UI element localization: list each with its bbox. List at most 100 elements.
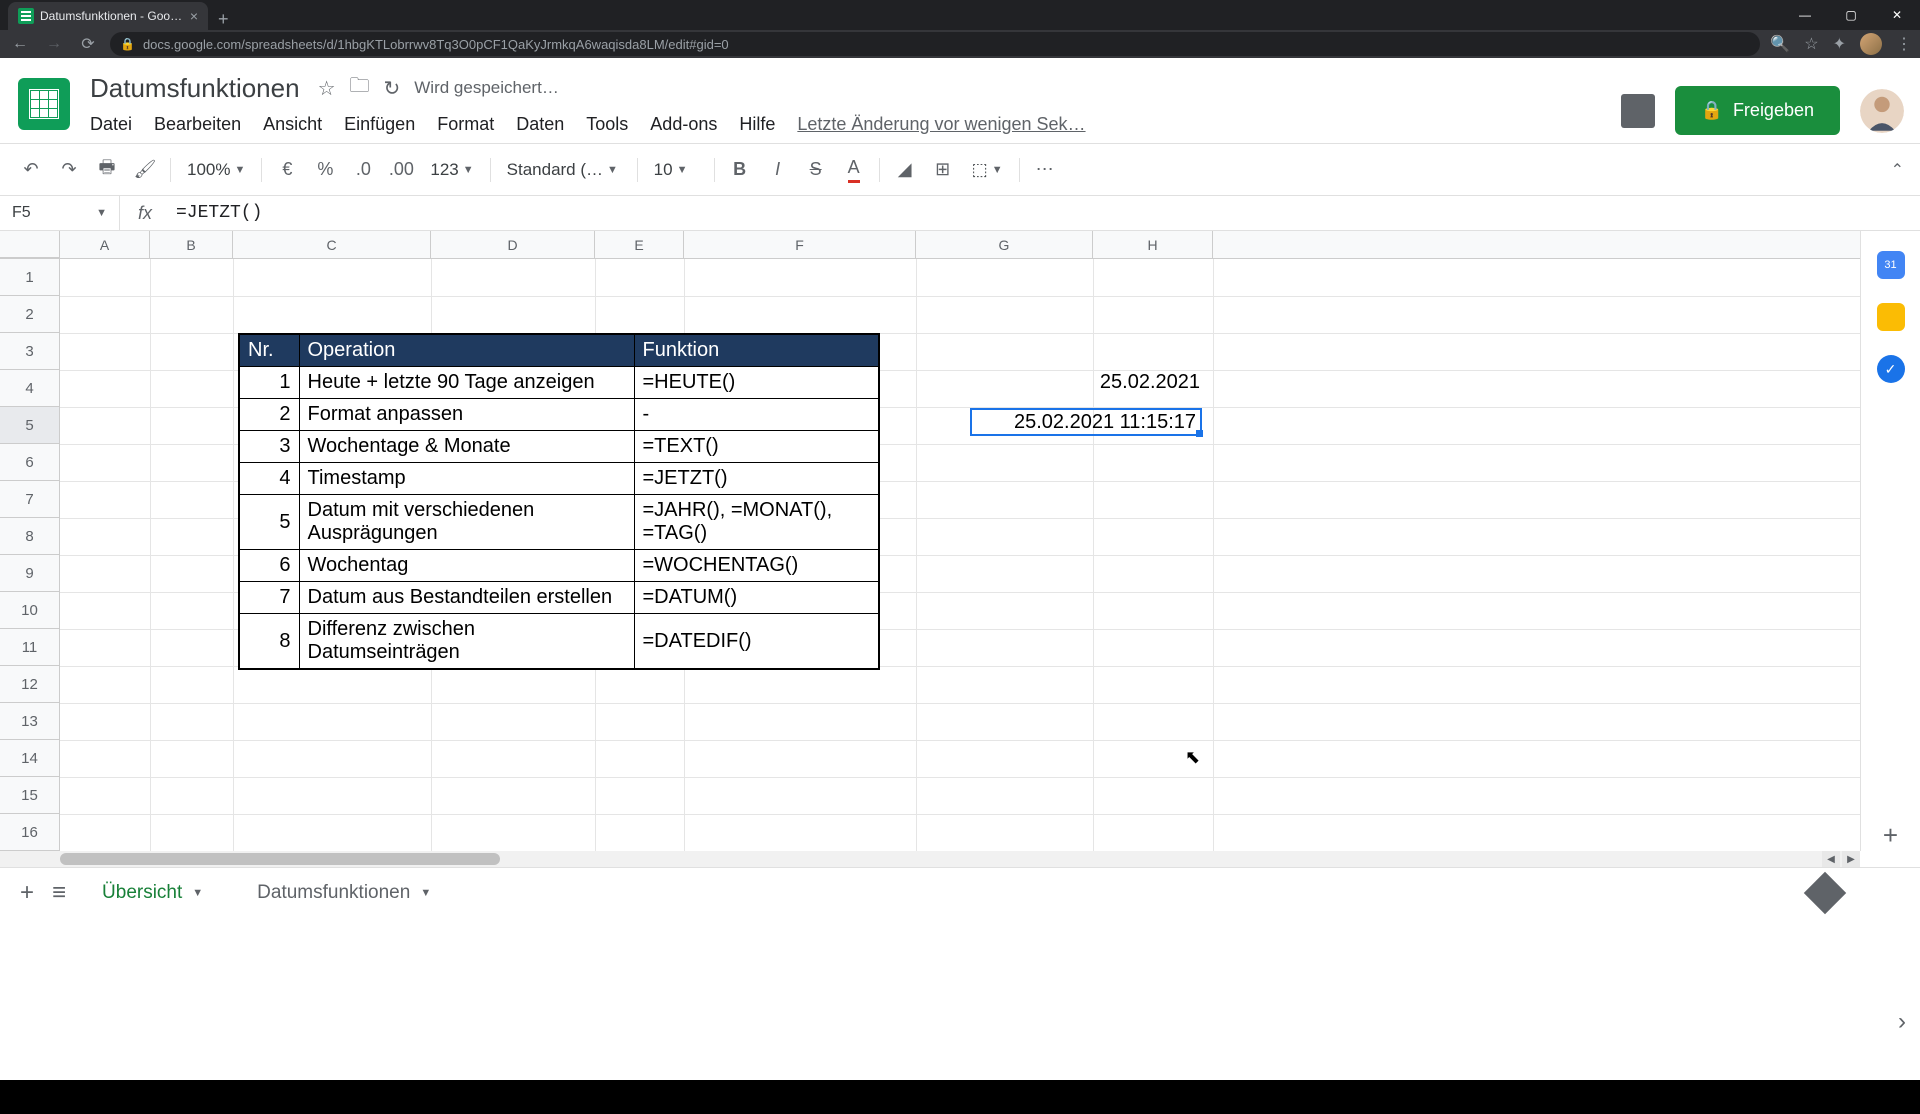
menu-daten[interactable]: Daten [516,114,564,135]
formula-input[interactable]: =JETZT() [170,203,1920,223]
paint-format-icon[interactable]: 🖌 [128,153,162,187]
row-header[interactable]: 14 [0,740,59,777]
kebab-icon[interactable]: ⋮ [1896,34,1912,54]
number-format-dropdown[interactable]: 123▼ [422,160,481,180]
menu-einfuegen[interactable]: Einfügen [344,114,415,135]
all-sheets-button[interactable]: ≡ [52,879,66,907]
move-icon[interactable]: 🗀 [350,71,370,105]
menu-tools[interactable]: Tools [586,114,628,135]
borders-icon[interactable]: ⊞ [926,153,960,187]
table-cell[interactable]: 3 [239,431,299,463]
row-header[interactable]: 12 [0,666,59,703]
collapse-toolbar-icon[interactable]: ⌃ [1891,160,1904,180]
column-header[interactable]: B [150,231,233,258]
table-cell[interactable]: 1 [239,367,299,399]
table-cell[interactable]: =HEUTE() [634,367,879,399]
account-avatar[interactable] [1860,89,1904,133]
add-sheet-button[interactable]: + [20,879,34,907]
table-cell[interactable]: =DATEDIF() [634,614,879,670]
scrollbar-thumb[interactable] [60,853,500,865]
row-header[interactable]: 7 [0,481,59,518]
close-window-icon[interactable]: ✕ [1874,0,1920,30]
table-cell[interactable]: 8 [239,614,299,670]
menu-datei[interactable]: Datei [90,114,132,135]
star-icon[interactable]: ☆ [318,76,336,101]
font-dropdown[interactable]: Standard (…▼ [499,160,629,180]
add-addon-icon[interactable]: + [1883,820,1898,851]
table-cell[interactable]: 2 [239,399,299,431]
table-cell[interactable]: - [634,399,879,431]
chevron-down-icon[interactable]: ▼ [192,887,203,899]
table-row[interactable]: 5Datum mit verschiedenen Ausprägungen=JA… [239,495,879,550]
keep-icon[interactable] [1877,303,1905,331]
menu-hilfe[interactable]: Hilfe [739,114,775,135]
column-header[interactable]: F [684,231,916,258]
menu-addons[interactable]: Add-ons [650,114,717,135]
table-cell[interactable]: Wochentag [299,550,634,582]
back-icon[interactable]: ← [8,35,32,53]
table-cell[interactable]: 7 [239,582,299,614]
table-cell[interactable]: =DATUM() [634,582,879,614]
row-header[interactable]: 3 [0,333,59,370]
table-cell[interactable]: 4 [239,463,299,495]
percent-icon[interactable]: % [308,153,342,187]
row-header[interactable]: 1 [0,259,59,296]
print-icon[interactable]: 🖶 [90,153,124,187]
maximize-icon[interactable]: ▢ [1828,0,1874,30]
tasks-icon[interactable] [1877,355,1905,383]
minimize-icon[interactable]: — [1782,0,1828,30]
row-header[interactable]: 13 [0,703,59,740]
scroll-right-icon[interactable]: ▶ [1842,851,1860,867]
new-tab-button[interactable]: + [208,9,239,30]
font-size-dropdown[interactable]: 10▼ [646,160,706,180]
extensions-icon[interactable]: ✦ [1833,34,1846,54]
last-edit-link[interactable]: Letzte Änderung vor wenigen Sek… [797,114,1085,135]
increase-decimal-icon[interactable]: .00 [384,153,418,187]
menu-format[interactable]: Format [437,114,494,135]
merge-cells-dropdown[interactable]: ⬚▼ [964,160,1011,180]
redo-icon[interactable]: ↷ [52,153,86,187]
url-box[interactable]: 🔒 docs.google.com/spreadsheets/d/1hbgKTL… [110,32,1760,56]
table-cell[interactable]: 6 [239,550,299,582]
table-row[interactable]: 6Wochentag=WOCHENTAG() [239,550,879,582]
column-header[interactable]: G [916,231,1093,258]
table-row[interactable]: 3Wochentage & Monate=TEXT() [239,431,879,463]
table-cell[interactable]: =TEXT() [634,431,879,463]
table-cell[interactable]: Heute + letzte 90 Tage anzeigen [299,367,634,399]
cell-f4[interactable]: 25.02.2021 [970,371,1200,394]
fill-color-icon[interactable]: ◢ [888,153,922,187]
column-header[interactable]: E [595,231,684,258]
decrease-decimal-icon[interactable]: .0 [346,153,380,187]
row-header[interactable]: 9 [0,555,59,592]
table-cell[interactable]: =JETZT() [634,463,879,495]
menu-bearbeiten[interactable]: Bearbeiten [154,114,241,135]
table-cell[interactable]: =WOCHENTAG() [634,550,879,582]
table-cell[interactable]: Timestamp [299,463,634,495]
reload-icon[interactable]: ⟳ [76,34,100,54]
row-header[interactable]: 10 [0,592,59,629]
select-all-corner[interactable] [0,231,60,258]
text-color-icon[interactable]: A [837,153,871,187]
table-row[interactable]: 1Heute + letzte 90 Tage anzeigen=HEUTE() [239,367,879,399]
zoom-dropdown[interactable]: 100%▼ [179,160,253,180]
undo-icon[interactable]: ↶ [14,153,48,187]
calendar-icon[interactable] [1877,251,1905,279]
comments-button[interactable] [1621,94,1655,128]
scroll-left-icon[interactable]: ◀ [1822,851,1840,867]
table-cell[interactable]: Differenz zwischen Datumseinträgen [299,614,634,670]
row-header[interactable]: 2 [0,296,59,333]
row-header[interactable]: 15 [0,777,59,814]
row-header[interactable]: 4 [0,370,59,407]
table-cell[interactable]: =JAHR(), =MONAT(), =TAG() [634,495,879,550]
sheet-tab-datumsfunktionen[interactable]: Datumsfunktionen ▼ [239,872,449,914]
bold-icon[interactable]: B [723,153,757,187]
menu-ansicht[interactable]: Ansicht [263,114,322,135]
share-button[interactable]: 🔒 Freigeben [1675,86,1840,135]
document-title[interactable]: Datumsfunktionen [86,71,304,106]
table-row[interactable]: 4Timestamp=JETZT() [239,463,879,495]
zoom-icon[interactable]: 🔍 [1770,34,1790,54]
explore-button[interactable] [1804,871,1846,913]
row-header[interactable]: 6 [0,444,59,481]
row-header[interactable]: 8 [0,518,59,555]
horizontal-scrollbar[interactable]: ◀ ▶ [0,851,1860,867]
